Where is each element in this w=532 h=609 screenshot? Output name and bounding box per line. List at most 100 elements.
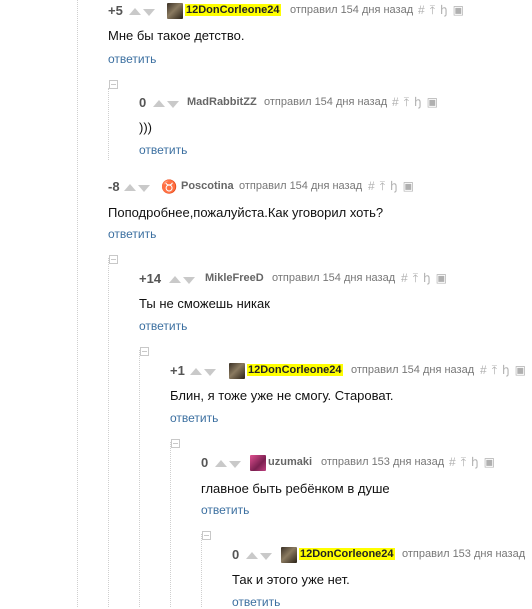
thread-icon[interactable]: ꜧ [414,95,422,109]
comment: 0 12DonCorleone24 отправил 153 дня назад… [0,547,532,609]
username[interactable]: 12DonCorleone24 [185,4,281,16]
thread-icon[interactable]: ꜧ [471,455,479,469]
comment-header: +14 MikleFreeD отправил 154 дня назад # ⤒… [139,271,532,294]
posted-time: отправил 154 дня назад [351,364,475,376]
collapse-icon[interactable] [140,347,149,356]
comment-tools: # ⤒ ꜧ ▣ [401,271,452,286]
username[interactable]: Poscotina [181,180,234,192]
comment-tools: # ⤒ ꜧ ▣ [418,3,469,18]
vote-up-icon[interactable] [246,552,258,559]
comment-text: главное быть ребёнком в душе [201,481,390,496]
comment-text: Мне бы такое детство. [108,28,245,43]
link-hash-icon[interactable]: # [418,3,425,17]
comment-text: Поподробнее,пожалуйста.Как уговорил хоть… [108,205,384,220]
username[interactable]: MikleFreeD [205,272,264,284]
comment: -8 ♉ Poscotina отправил 154 дня назад # ⤒… [0,179,532,241]
parent-arrow-icon[interactable]: ⤒ [413,271,418,286]
thread-icon[interactable]: ꜧ [440,3,448,17]
link-hash-icon[interactable]: # [368,179,375,193]
comment-tools: # ⤒ ꜧ ▣ [392,95,443,110]
thread-line [201,534,202,607]
vote-up-icon[interactable] [215,460,227,467]
vote-up-icon[interactable] [190,368,202,375]
comment-header: 0 MadRabbitZZ отправил 154 дня назад # ⤒ ꜧ… [139,95,532,118]
avatar[interactable] [250,455,266,471]
vote-up-icon[interactable] [153,100,165,107]
rating: +14 [139,271,162,286]
reply-link[interactable]: ответить [170,411,218,425]
parent-arrow-icon[interactable]: ⤒ [492,363,497,378]
posted-time: отправил 153 дня назад [402,548,526,560]
parent-arrow-icon[interactable]: ⤒ [380,179,385,194]
collapse-icon[interactable] [171,439,180,448]
avatar[interactable] [167,3,183,19]
collapse-icon[interactable] [109,255,118,264]
thread-icon[interactable]: ꜧ [423,271,431,285]
vote-down-icon[interactable] [204,369,216,376]
reply-link[interactable]: ответить [139,319,187,333]
reply-link[interactable]: ответить [201,503,249,517]
vote-up-icon[interactable] [129,8,141,15]
comment: 0 MadRabbitZZ отправил 154 дня назад # ⤒ ꜧ… [0,95,532,157]
link-hash-icon[interactable]: # [480,363,487,377]
avatar[interactable] [281,547,297,563]
reply-link[interactable]: ответить [108,227,156,241]
vote-down-icon[interactable] [138,185,150,192]
rating: 0 [201,455,209,470]
comment-header: -8 ♉ Poscotina отправил 154 дня назад # ⤒… [108,179,532,202]
comment-header: 0 uzumaki отправил 153 дня назад # ⤒ ꜧ ▣ [201,455,532,478]
thread-icon[interactable]: ꜧ [390,179,398,193]
comment-text: Так и этого уже нет. [232,572,350,587]
parent-arrow-icon[interactable]: ⤒ [404,95,409,110]
comment-text: Блин, я тоже уже не смогу. Староват. [170,388,394,403]
comment-text: ))) [139,120,152,135]
parent-arrow-icon[interactable]: ⤒ [461,455,466,470]
comment-tools: # ⤒ ꜧ ▣ [368,179,419,194]
collapse-icon[interactable] [109,80,118,89]
parent-arrow-icon[interactable]: ⤒ [430,3,435,18]
bull-avatar-icon[interactable]: ♉ [161,179,177,195]
save-icon[interactable]: ▣ [515,363,526,377]
posted-time: отправил 154 дня назад [239,180,363,192]
link-hash-icon[interactable]: # [392,95,399,109]
comment-tools: # ⤒ ꜧ ▣ [449,455,500,470]
save-icon[interactable]: ▣ [484,455,495,469]
comment-header: 0 12DonCorleone24 отправил 153 дня назад [232,547,532,570]
rating: +1 [170,363,185,378]
save-icon[interactable]: ▣ [427,95,438,109]
reply-link[interactable]: ответить [108,52,156,66]
posted-time: отправил 154 дня назад [290,4,414,16]
vote-up-icon[interactable] [169,276,181,283]
comment: +14 MikleFreeD отправил 154 дня назад # ⤒… [0,271,532,333]
vote-down-icon[interactable] [229,461,241,468]
vote-down-icon[interactable] [143,9,155,16]
username[interactable]: uzumaki [268,456,312,468]
vote-down-icon[interactable] [167,101,179,108]
link-hash-icon[interactable]: # [449,455,456,469]
username[interactable]: 12DonCorleone24 [299,548,395,560]
comment: +1 12DonCorleone24 отправил 154 дня наза… [0,363,532,425]
save-icon[interactable]: ▣ [403,179,414,193]
collapse-icon[interactable] [202,531,211,540]
vote-up-icon[interactable] [124,184,136,191]
thread-icon[interactable]: ꜧ [502,363,510,377]
posted-time: отправил 154 дня назад [264,96,388,108]
link-hash-icon[interactable]: # [401,271,408,285]
avatar[interactable] [229,363,245,379]
username[interactable]: 12DonCorleone24 [247,364,343,376]
save-icon[interactable]: ▣ [453,3,464,17]
comment: 0 uzumaki отправил 153 дня назад # ⤒ ꜧ ▣ гл… [0,455,532,517]
vote-down-icon[interactable] [260,553,272,560]
rating: 0 [232,547,240,562]
username[interactable]: MadRabbitZZ [187,96,257,108]
vote-down-icon[interactable] [183,277,195,284]
comment: +5 12DonCorleone24 отправил 154 дня наза… [0,3,532,66]
reply-link[interactable]: ответить [139,143,187,157]
rating: 0 [139,95,147,110]
comment-header: +5 12DonCorleone24 отправил 154 дня наза… [108,3,532,26]
posted-time: отправил 154 дня назад [272,272,396,284]
rating: -8 [108,179,120,194]
posted-time: отправил 153 дня назад [321,456,445,468]
save-icon[interactable]: ▣ [436,271,447,285]
comment-tools: # ⤒ ꜧ ▣ [480,363,531,378]
